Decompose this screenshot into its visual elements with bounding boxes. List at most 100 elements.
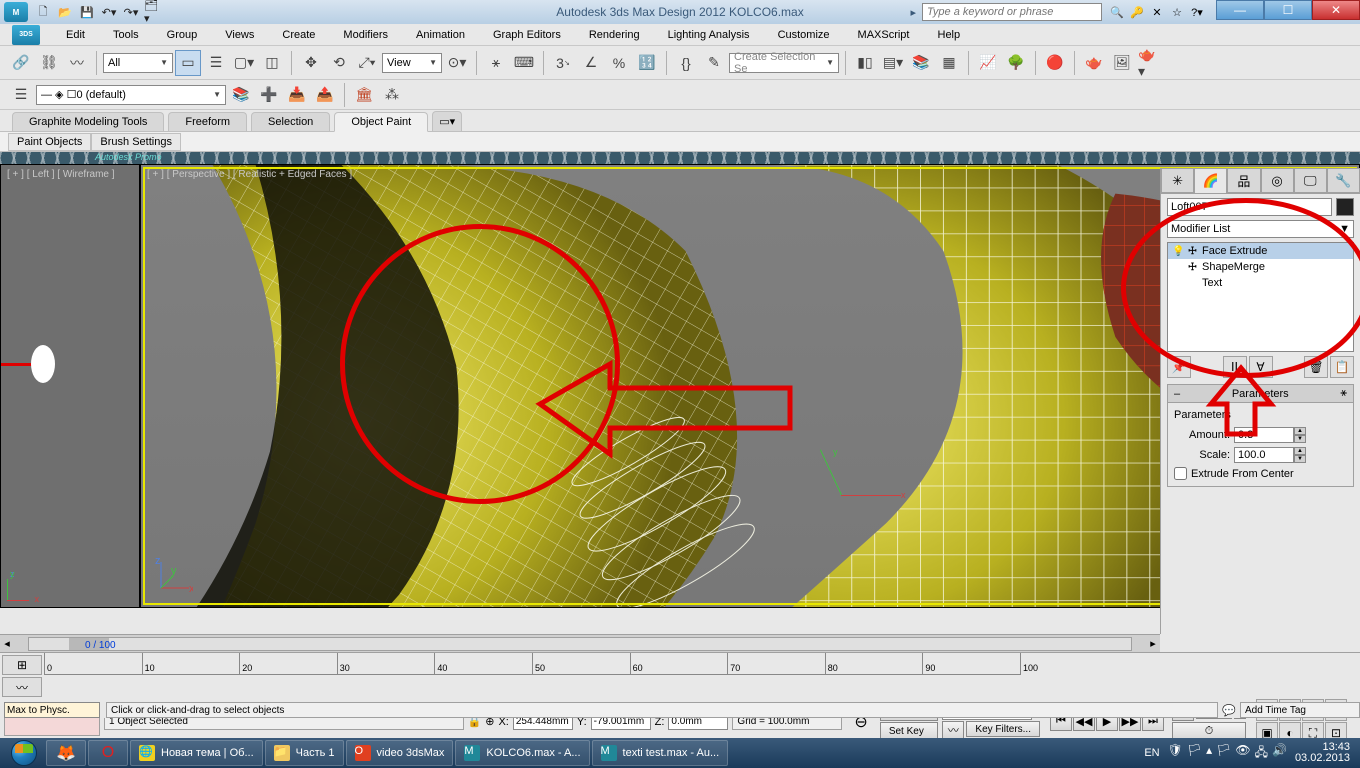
time-slider[interactable]: 0102030405060708090100 (44, 653, 1020, 704)
taskbar-item-4[interactable]: Mtexti test.max - Au... (592, 740, 729, 766)
infocenter-search-input[interactable] (922, 3, 1102, 21)
start-button[interactable] (4, 739, 44, 767)
add-time-tag-button[interactable]: Add Time Tag (1240, 702, 1360, 718)
tray-lang[interactable]: EN (1144, 747, 1159, 759)
particle-icon[interactable]: ⁂ (379, 82, 405, 108)
qat-redo-icon[interactable]: ↷▾ (122, 3, 140, 21)
modifier-stack-item-face-extrude[interactable]: 💡 ☩ Face Extrude (1168, 243, 1353, 259)
comm-center-icon[interactable]: 💬 (1222, 704, 1236, 717)
layers-icon[interactable]: 📚 (908, 50, 934, 76)
rollout-parameters-header[interactable]: – Parameters ⚹ (1167, 384, 1354, 403)
subtab-paint-objects[interactable]: Paint Objects (8, 133, 91, 151)
menu-edit[interactable]: Edit (52, 26, 99, 44)
layer-current-icon[interactable]: 📤 (312, 82, 338, 108)
spinner-down-icon[interactable]: ▼ (1294, 435, 1306, 443)
app-menu-button[interactable]: 3DS (12, 25, 40, 45)
menu-tools[interactable]: Tools (99, 26, 153, 44)
manipulate-icon[interactable]: ⚹ (483, 50, 509, 76)
taskbar-item-0[interactable]: 🌐Новая тема | Об... (130, 740, 263, 766)
search-icon[interactable]: 🔍 (1108, 3, 1126, 21)
subscription-icon[interactable]: 🔑 (1128, 3, 1146, 21)
align-icon[interactable]: ▤▾ (880, 50, 906, 76)
modifier-stack-item-shapemerge[interactable]: ☩ ShapeMerge (1168, 259, 1353, 275)
render-production-icon[interactable]: 🫖▾ (1137, 50, 1163, 76)
snap-toggle-icon[interactable]: 3↘ (550, 50, 576, 76)
schematic-icon[interactable]: 🏛 (351, 82, 377, 108)
tray-nvidia-icon[interactable]: 👁 (1235, 743, 1250, 764)
tray-volume-icon[interactable]: 🔊 (1272, 743, 1287, 764)
app-logo-icon[interactable]: M (4, 2, 28, 22)
modifier-visibility-icon[interactable]: 💡 (1172, 246, 1184, 257)
spinner-down-icon[interactable]: ▼ (1294, 455, 1306, 463)
named-sel-icon[interactable]: {} (673, 50, 699, 76)
angle-snap-icon[interactable]: ∠ (578, 50, 604, 76)
menu-rendering[interactable]: Rendering (575, 26, 654, 44)
cmdtab-utilities-icon[interactable]: 🔧 (1327, 168, 1360, 193)
link-icon[interactable]: 🔗 (8, 50, 34, 76)
ribbon-minimize-icon[interactable]: ▭▾ (432, 111, 462, 131)
param-extrude-center-checkbox[interactable] (1174, 467, 1187, 480)
select-rotate-icon[interactable]: ⟲ (326, 50, 352, 76)
taskbar-item-3[interactable]: MKOLCO6.max - A... (455, 740, 589, 766)
qat-undo-icon[interactable]: ↶▾ (100, 3, 118, 21)
timeline-config-icon[interactable]: ⊞ (2, 655, 42, 675)
qat-open-icon[interactable]: 📂 (56, 3, 74, 21)
cmdtab-create-icon[interactable]: ✳ (1161, 168, 1194, 193)
taskbar-item-2[interactable]: Ovideo 3dsMax (346, 740, 454, 766)
schematic-view-icon[interactable]: 🌳 (1003, 50, 1029, 76)
spinner-snap-icon[interactable]: 🔢 (634, 50, 660, 76)
infocenter-arrow-icon[interactable]: ▸ (910, 6, 916, 19)
tab-selection[interactable]: Selection (251, 112, 330, 131)
tray-shield-icon[interactable]: 🛡 (1168, 743, 1183, 764)
curve-editor-icon[interactable]: 📈 (975, 50, 1001, 76)
menu-create[interactable]: Create (268, 26, 329, 44)
taskbar-opera-icon[interactable]: O (88, 740, 128, 766)
percent-snap-icon[interactable]: % (606, 50, 632, 76)
taskbar-item-1[interactable]: 📁Часть 1 (265, 740, 344, 766)
window-minimize-button[interactable]: — (1216, 0, 1264, 20)
cmdtab-motion-icon[interactable]: ◎ (1261, 168, 1294, 193)
qat-new-icon[interactable]: 🗋 (34, 3, 52, 21)
named-sel-combo[interactable]: Create Selection Se▼ (729, 53, 839, 73)
selection-filter-combo[interactable]: All▼ (103, 53, 173, 73)
qat-project-icon[interactable]: 🗂▾ (144, 3, 162, 21)
menu-lighting[interactable]: Lighting Analysis (654, 26, 764, 44)
cmdtab-hierarchy-icon[interactable]: 品 (1227, 168, 1260, 193)
tab-graphite[interactable]: Graphite Modeling Tools (12, 112, 164, 131)
layer-combo[interactable]: — ◈ ☐0 (default)▼ (36, 85, 226, 105)
help-icon[interactable]: ?▾ (1188, 3, 1206, 21)
bind-spacewarp-icon[interactable]: 〰 (64, 50, 90, 76)
ref-coord-system-combo[interactable]: View▼ (382, 53, 442, 73)
layer-new-icon[interactable]: 📚 (228, 82, 254, 108)
taskbar-firefox-icon[interactable]: 🦊 (46, 740, 86, 766)
layer-select-icon[interactable]: 📥 (284, 82, 310, 108)
qat-save-icon[interactable]: 💾 (78, 3, 96, 21)
render-setup-icon[interactable]: 🫖 (1081, 50, 1107, 76)
viewport-right-label[interactable]: [ + ] [ Perspective ] [ Realistic + Edge… (147, 169, 352, 180)
object-color-swatch[interactable] (1336, 198, 1354, 216)
modifier-expand-icon[interactable]: ☩ (1188, 246, 1198, 257)
tab-freeform[interactable]: Freeform (168, 112, 247, 131)
window-maximize-button[interactable]: ☐ (1264, 0, 1312, 20)
rendered-frame-icon[interactable]: 🖼 (1109, 50, 1135, 76)
unlink-icon[interactable]: ⛓ (36, 50, 62, 76)
edit-named-sel-icon[interactable]: ✎ (701, 50, 727, 76)
setkey-icon[interactable]: 〰 (942, 721, 964, 739)
modifier-expand-icon[interactable]: ☩ (1188, 262, 1198, 273)
menu-help[interactable]: Help (924, 26, 975, 44)
select-by-name-icon[interactable]: ☰ (203, 50, 229, 76)
configure-sets-icon[interactable]: 📋 (1330, 356, 1354, 378)
make-unique-icon[interactable]: ∀ (1249, 356, 1273, 378)
modifier-list-combo[interactable]: Modifier List▼ (1167, 220, 1354, 238)
select-scale-icon[interactable]: ⤢▾ (354, 50, 380, 76)
window-crossing-icon[interactable]: ◫ (259, 50, 285, 76)
pin-stack-icon[interactable]: 📌 (1167, 356, 1191, 378)
layer-manager-icon[interactable]: ☰ (8, 82, 34, 108)
param-scale-input[interactable] (1234, 447, 1294, 463)
menu-maxscript[interactable]: MAXScript (844, 26, 924, 44)
cmdtab-modify-icon[interactable]: 🌈 (1194, 168, 1227, 193)
timeline-curve-icon[interactable]: 〰 (2, 677, 42, 697)
subtab-brush-settings[interactable]: Brush Settings (91, 133, 181, 151)
param-amount-input[interactable] (1234, 427, 1294, 443)
cmdtab-display-icon[interactable]: 🖵 (1294, 168, 1327, 193)
